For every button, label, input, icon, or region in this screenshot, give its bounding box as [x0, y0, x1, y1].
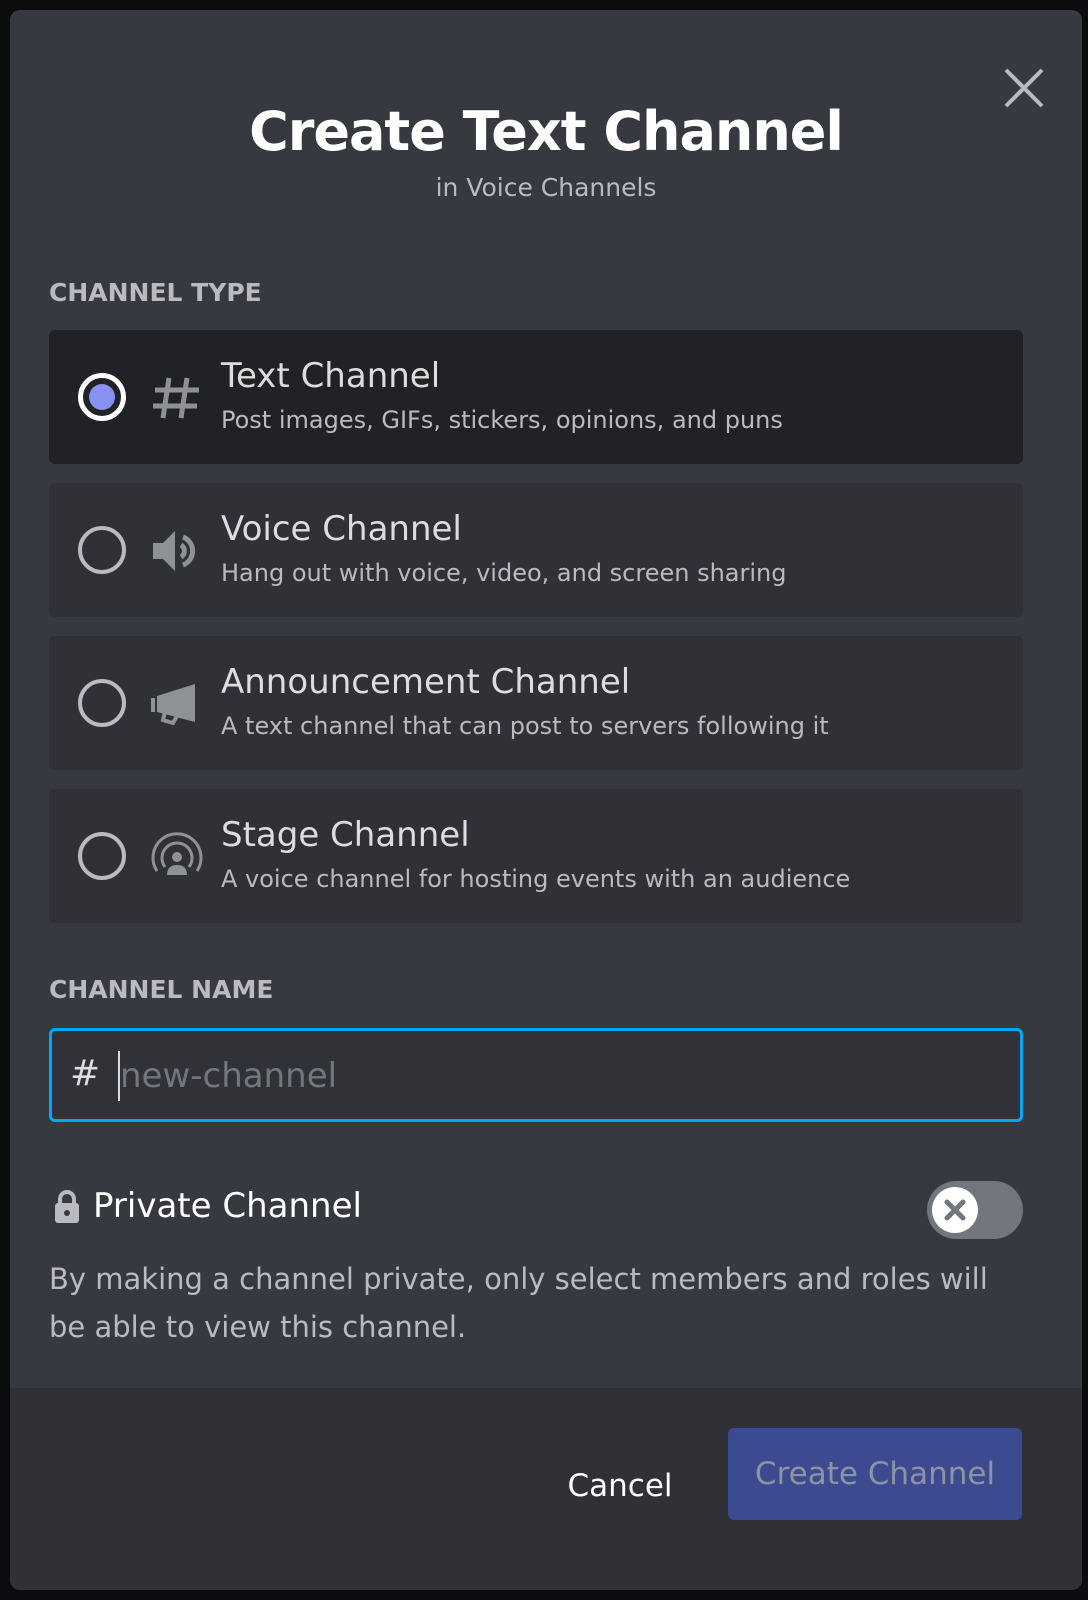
modal-subtitle: in Voice Channels	[435, 173, 657, 202]
speaker-icon	[149, 523, 205, 579]
x-icon	[944, 1199, 966, 1221]
modal-title: Create Text Channel	[249, 100, 844, 163]
option-title: Announcement Channel	[221, 662, 631, 702]
channel-type-option-text[interactable]: Text Channel Post images, GIFs, stickers…	[49, 330, 1023, 464]
option-description: A text channel that can post to servers …	[221, 712, 829, 740]
private-channel-description: By making a channel private, only select…	[49, 1262, 988, 1344]
private-channel-row: Private Channel	[49, 1178, 1023, 1239]
megaphone-icon	[149, 676, 205, 732]
option-title: Stage Channel	[221, 815, 470, 855]
modal-footer: Cancel Create Channel	[10, 1388, 1082, 1590]
option-description: A voice channel for hosting events with …	[221, 865, 851, 893]
channel-type-option-voice[interactable]: Voice Channel Hang out with voice, video…	[49, 483, 1023, 617]
option-description: Hang out with voice, video, and screen s…	[221, 559, 787, 587]
radio-button[interactable]	[78, 832, 126, 880]
lock-icon	[55, 1190, 79, 1223]
option-title: Text Channel	[221, 356, 441, 396]
toggle-knob	[932, 1187, 978, 1233]
cancel-button[interactable]: Cancel	[540, 1450, 700, 1522]
radio-button[interactable]	[78, 526, 126, 574]
hash-icon	[149, 370, 205, 426]
create-channel-button[interactable]: Create Channel	[728, 1428, 1022, 1520]
stage-icon	[149, 829, 205, 885]
radio-button[interactable]	[78, 373, 126, 421]
private-channel-label: Private Channel	[93, 1186, 362, 1226]
channel-type-label: CHANNEL TYPE	[49, 278, 262, 307]
channel-name-field[interactable]: #	[49, 1028, 1023, 1122]
channel-name-input[interactable]	[120, 1045, 1000, 1107]
channel-type-option-stage[interactable]: Stage Channel A voice channel for hostin…	[49, 789, 1023, 923]
channel-type-option-announcement[interactable]: Announcement Channel A text channel that…	[49, 636, 1023, 770]
private-channel-toggle[interactable]	[927, 1181, 1023, 1239]
option-title: Voice Channel	[221, 509, 462, 549]
hash-prefix-icon: #	[70, 1053, 101, 1094]
channel-name-label: CHANNEL NAME	[49, 975, 274, 1004]
radio-button[interactable]	[78, 679, 126, 727]
option-description: Post images, GIFs, stickers, opinions, a…	[221, 406, 783, 434]
create-channel-modal: Create Text Channel in Voice Channels CH…	[10, 10, 1082, 1590]
